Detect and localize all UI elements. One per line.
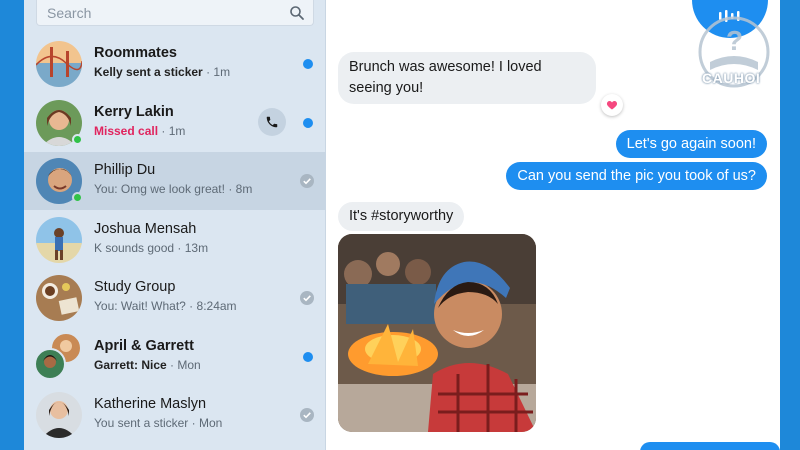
conversation-time: Mon [198, 416, 223, 430]
message-text: Brunch was awesome! I loved seeing you! [349, 59, 542, 96]
read-check-icon [300, 174, 314, 188]
search-input[interactable] [37, 4, 277, 21]
conversation-preview: Garrett: Nice [94, 358, 167, 372]
separator: · [161, 124, 166, 138]
conversation-name: Phillip Du [94, 162, 156, 178]
missed-call-label: Missed call [94, 124, 159, 138]
conversation-item[interactable]: April & Garrett Garrett: Nice · Mon [24, 328, 326, 386]
conversation-time: 8m [235, 182, 253, 196]
message-bubble-outgoing-partial[interactable] [640, 442, 780, 450]
shared-photo[interactable] [338, 234, 536, 432]
cauhoi-watermark-logo: ? CAUHOI [696, 14, 788, 94]
conversation-preview-line: You: Wait! What? · 8:24am [94, 299, 237, 313]
conversation-time: 8:24am [196, 299, 237, 313]
conversation-time: 1m [168, 124, 186, 138]
conversation-item[interactable]: Katherine Maslyn You sent a sticker · Mo… [24, 386, 326, 444]
online-indicator [72, 192, 83, 203]
conversation-item[interactable]: Kerry Lakin Missed call · 1m [24, 94, 326, 152]
svg-text:?: ? [726, 25, 743, 56]
heart-reaction[interactable] [601, 94, 623, 116]
read-check-icon [300, 291, 314, 305]
conversation-time: 1m [213, 65, 231, 79]
conversation-preview-line: Garrett: Nice · Mon [94, 358, 201, 372]
conversation-name: Katherine Maslyn [94, 396, 207, 412]
conversation-preview-line: You: Omg we look great! · 8m [94, 182, 252, 196]
online-indicator [72, 134, 83, 145]
conversation-preview-line: Missed call · 1m [94, 124, 185, 138]
conversation-sidebar: Roommates Kelly sent a sticker · 1m Kerr… [24, 0, 326, 450]
conversation-time: Mon [177, 358, 201, 372]
unread-indicator [303, 59, 313, 69]
conversation-item[interactable]: Roommates Kelly sent a sticker · 1m [24, 35, 326, 93]
message-text: Let's go again soon! [626, 136, 756, 152]
separator: · [228, 182, 233, 196]
conversation-item-selected[interactable]: Phillip Du You: Omg we look great! · 8m [24, 152, 326, 210]
conversation-name: Joshua Mensah [94, 221, 197, 237]
conversation-preview: You: Wait! What? [94, 299, 186, 313]
conversation-preview-line: Kelly sent a sticker · 1m [94, 65, 230, 79]
watermark-text: CAUHOI [702, 70, 761, 86]
search-box[interactable] [36, 0, 314, 26]
avatar [36, 275, 82, 321]
conversation-time: 13m [184, 241, 209, 255]
search-icon[interactable] [289, 5, 305, 21]
unread-indicator [303, 118, 313, 128]
avatar [36, 392, 82, 438]
separator: · [191, 416, 196, 430]
conversation-name: Roommates [94, 45, 177, 61]
heart-icon [606, 101, 618, 110]
avatar [36, 41, 82, 87]
conversation-item[interactable]: Joshua Mensah K sounds good · 13m [24, 211, 326, 269]
separator: · [206, 65, 211, 79]
separator: · [189, 299, 194, 313]
message-bubble-incoming[interactable]: Brunch was awesome! I loved seeing you! [338, 52, 596, 104]
message-bubble-outgoing[interactable]: Can you send the pic you took of us? [506, 162, 767, 190]
phone-icon [266, 116, 278, 128]
unread-indicator [303, 352, 313, 362]
conversation-preview: Kelly sent a sticker [94, 65, 203, 79]
conversation-preview-line: K sounds good · 13m [94, 241, 208, 255]
conversation-name: April & Garrett [94, 338, 194, 354]
conversation-name: Kerry Lakin [94, 104, 174, 120]
conversation-name: Study Group [94, 279, 176, 295]
messenger-window: Roommates Kelly sent a sticker · 1m Kerr… [24, 0, 780, 450]
conversation-preview: You: Omg we look great! [94, 182, 225, 196]
separator: · [170, 358, 175, 372]
call-button[interactable] [258, 108, 286, 136]
avatar [34, 332, 82, 380]
message-bubble-outgoing[interactable]: Let's go again soon! [615, 130, 767, 158]
conversation-item[interactable]: Study Group You: Wait! What? · 8:24am [24, 269, 326, 327]
conversation-preview-line: You sent a sticker · Mon [94, 416, 222, 430]
read-check-icon [300, 408, 314, 422]
conversation-preview: You sent a sticker [94, 416, 189, 430]
message-text: It's #storyworthy [349, 208, 454, 224]
separator: · [177, 241, 182, 255]
message-text: Can you send the pic you took of us? [517, 168, 756, 184]
conversation-preview: K sounds good [94, 241, 175, 255]
avatar [36, 217, 82, 263]
message-bubble-incoming[interactable]: It's #storyworthy [338, 202, 465, 231]
